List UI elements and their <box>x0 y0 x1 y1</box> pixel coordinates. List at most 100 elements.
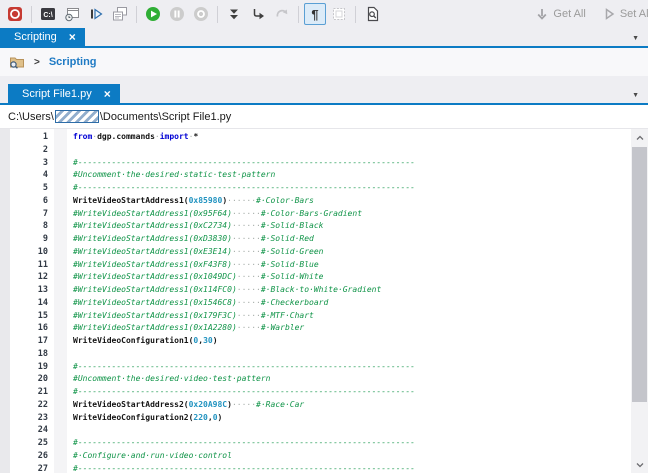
code-line[interactable]: #WriteVideoStartAddress1(0xF43F8)······#… <box>73 259 648 272</box>
run-icon <box>145 6 161 22</box>
code-line[interactable]: #WriteVideoStartAddress1(0x1049DC)·····#… <box>73 271 648 284</box>
cascade-windows-icon <box>112 6 128 22</box>
find-in-file-icon <box>364 6 380 22</box>
line-number: 1 <box>10 131 48 144</box>
play-outline-icon <box>602 7 616 21</box>
set-all-button[interactable]: Set All <box>596 7 648 21</box>
file-path-prefix: C:\Users\ <box>8 111 54 123</box>
code-line[interactable]: WriteVideoStartAddress2(0x20A98C)·····#·… <box>73 399 648 412</box>
scroll-up-icon[interactable] <box>631 129 648 146</box>
code-line[interactable]: from·dgp.commands·import·* <box>73 131 648 144</box>
code-line[interactable]: #---------------------------------------… <box>73 386 648 399</box>
code-line[interactable]: #---------------------------------------… <box>73 463 648 473</box>
line-number: 11 <box>10 259 48 272</box>
tab-label: Scripting <box>14 31 57 43</box>
get-all-button[interactable]: Get All <box>529 7 591 21</box>
pause-button[interactable] <box>166 3 188 25</box>
close-icon[interactable]: × <box>69 31 76 43</box>
line-number: 13 <box>10 284 48 297</box>
stop-button[interactable] <box>190 3 212 25</box>
code-line[interactable]: #WriteVideoStartAddress1(0x114FC0)·····#… <box>73 284 648 297</box>
console-icon: C:\ <box>40 6 56 22</box>
code-line[interactable]: #---------------------------------------… <box>73 361 648 374</box>
console-button[interactable]: C:\ <box>37 3 59 25</box>
step-return-button[interactable] <box>247 3 269 25</box>
redo-button[interactable] <box>271 3 293 25</box>
code-line[interactable]: WriteVideoConfiguration2(220,0) <box>73 412 648 425</box>
stop-icon <box>193 6 209 22</box>
cascade-windows-button[interactable] <box>109 3 131 25</box>
code-line[interactable]: WriteVideoConfiguration1(0,30) <box>73 335 648 348</box>
svg-text:C:\: C:\ <box>43 12 52 19</box>
show-whitespace-button[interactable]: ¶ <box>304 3 326 25</box>
code-line[interactable]: #WriteVideoStartAddress1(0x179F3C)·····#… <box>73 310 648 323</box>
line-number: 12 <box>10 271 48 284</box>
redacted-username <box>55 110 99 123</box>
code-line[interactable]: #WriteVideoStartAddress1(0xC2734)······#… <box>73 220 648 233</box>
line-number: 23 <box>10 412 48 425</box>
chevron-down-icon[interactable]: ▼ <box>632 35 639 42</box>
code-line[interactable]: #Uncomment·the·desired·static·test·patte… <box>73 169 648 182</box>
code-line[interactable] <box>73 348 648 361</box>
get-all-label: Get All <box>553 8 585 20</box>
code-line[interactable]: #·Configure·and·run·video·control <box>73 450 648 463</box>
find-in-file-button[interactable] <box>361 3 383 25</box>
code-line[interactable] <box>73 424 648 437</box>
vertical-scrollbar[interactable] <box>631 129 648 473</box>
toolbar: C:\ ¶ <box>0 0 648 28</box>
line-number: 5 <box>10 182 48 195</box>
code-line[interactable]: #WriteVideoStartAddress1(0xD3830)······#… <box>73 233 648 246</box>
code-line[interactable]: #WriteVideoStartAddress1(0xE3E14)······#… <box>73 246 648 259</box>
panel-tabstrip: Scripting × ▼ <box>0 28 648 46</box>
close-icon[interactable]: × <box>104 88 111 100</box>
file-path-suffix: \Documents\Script File1.py <box>100 111 231 123</box>
code-line[interactable]: #---------------------------------------… <box>73 437 648 450</box>
scroll-down-icon[interactable] <box>631 456 648 473</box>
tab-label: Script File1.py <box>22 88 92 100</box>
line-number: 6 <box>10 195 48 208</box>
line-number: 19 <box>10 361 48 374</box>
code-line[interactable]: WriteVideoStartAddress1(0x85980)······#·… <box>73 195 648 208</box>
window-history-button[interactable] <box>61 3 83 25</box>
line-number: 8 <box>10 220 48 233</box>
redo-icon <box>274 6 290 22</box>
breakpoint-margin[interactable] <box>0 129 10 473</box>
code-line[interactable]: #WriteVideoStartAddress1(0x1546C8)·····#… <box>73 297 648 310</box>
line-number: 9 <box>10 233 48 246</box>
line-number: 15 <box>10 310 48 323</box>
toolbar-separator <box>355 6 356 23</box>
record-button[interactable] <box>4 3 26 25</box>
tab-script-file[interactable]: Script File1.py × <box>8 84 120 103</box>
breadcrumb-chevron: > <box>34 57 40 68</box>
line-number: 14 <box>10 297 48 310</box>
chevron-down-icon[interactable]: ▼ <box>632 92 639 99</box>
line-numbers: 1234567891011121314151617181920212223242… <box>10 129 54 473</box>
line-number: 16 <box>10 322 48 335</box>
breadcrumb-item-scripting[interactable]: Scripting <box>49 56 97 68</box>
code-lines[interactable]: from·dgp.commands·import·* #-------------… <box>67 129 648 473</box>
line-number: 20 <box>10 373 48 386</box>
run-to-cursor-button[interactable] <box>85 3 107 25</box>
code-line[interactable]: #---------------------------------------… <box>73 157 648 170</box>
code-line[interactable]: #WriteVideoStartAddress1(0x95F64)······#… <box>73 208 648 221</box>
run-button[interactable] <box>142 3 164 25</box>
code-line[interactable] <box>73 144 648 157</box>
code-line[interactable]: #Uncomment·the·desired·video·test·patter… <box>73 373 648 386</box>
fold-margin <box>54 129 67 473</box>
folder-search-icon <box>9 54 25 70</box>
line-number: 4 <box>10 169 48 182</box>
selection-grid-button[interactable] <box>328 3 350 25</box>
spacer <box>0 76 648 84</box>
line-number: 10 <box>10 246 48 259</box>
collapse-all-button[interactable] <box>223 3 245 25</box>
line-number: 25 <box>10 437 48 450</box>
code-line[interactable]: #---------------------------------------… <box>73 182 648 195</box>
scrollbar-thumb[interactable] <box>632 147 647 402</box>
tab-scripting[interactable]: Scripting × <box>0 28 85 46</box>
line-number: 22 <box>10 399 48 412</box>
code-line[interactable]: #WriteVideoStartAddress1(0x1A2280)·····#… <box>73 322 648 335</box>
step-return-icon <box>250 6 266 22</box>
line-number: 27 <box>10 463 48 473</box>
toolbar-separator <box>136 6 137 23</box>
collapse-double-arrow-icon <box>226 6 242 22</box>
